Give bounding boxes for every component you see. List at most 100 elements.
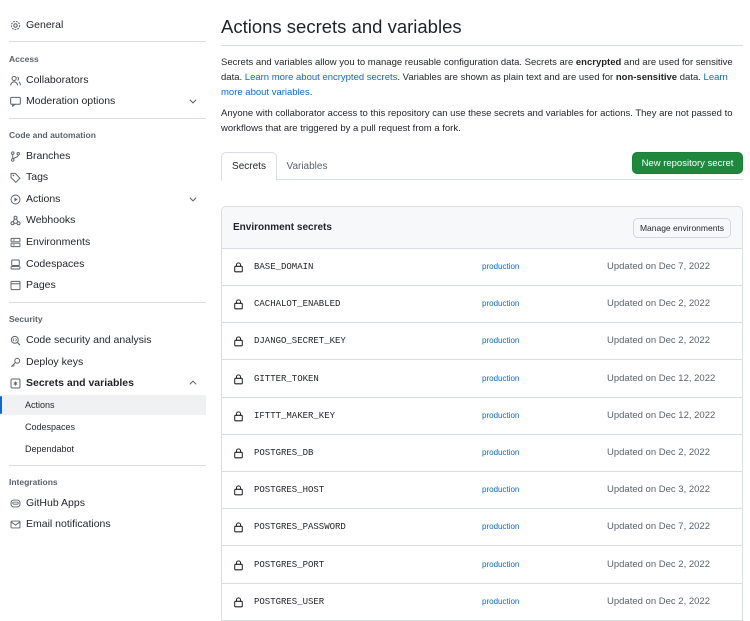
environment-link[interactable]: production	[482, 485, 519, 494]
environment-link[interactable]: production	[482, 560, 519, 569]
updated-date: Updated on Dec 12, 2022	[607, 372, 716, 384]
environment-link[interactable]: production	[482, 299, 519, 308]
secret-row: IFTTT_MAKER_KEY production Updated on Dec …	[222, 398, 742, 435]
sidebar-item-email-notifications[interactable]: Email notifications	[0, 514, 206, 534]
environment-secrets-box: Environment secrets Manage environments …	[221, 206, 743, 621]
webhook-icon	[9, 214, 21, 226]
environment-link[interactable]: production	[482, 522, 519, 531]
sidebar-divider	[9, 465, 206, 466]
sidebar-item-actions[interactable]: Actions	[0, 189, 206, 209]
chevron-down-icon[interactable]	[188, 194, 198, 204]
updated-date: Updated on Dec 2, 2022	[607, 298, 710, 310]
secret-name: DJANGO_SECRET_KEY	[254, 336, 346, 347]
environment-link[interactable]: production	[482, 448, 519, 457]
environment-link[interactable]: production	[482, 374, 519, 383]
sidebar-item-label: Actions	[26, 193, 61, 205]
secret-row: POSTGRES_USER production Updated on Dec 2,…	[222, 584, 742, 621]
desc-text: Secrets and variables allow you to manag…	[221, 57, 576, 68]
sidebar-subitem-codespaces[interactable]: Codespaces	[0, 417, 206, 437]
tab-secrets[interactable]: Secrets	[221, 152, 277, 181]
sidebar-subitem-dependabot[interactable]: Dependabot	[0, 439, 206, 459]
sidebar-divider	[9, 118, 206, 119]
gear-icon	[9, 19, 21, 31]
sidebar-subitem-label: Actions	[25, 400, 55, 410]
secret-row: POSTGRES_DB production Updated on Dec 2, 2…	[222, 435, 742, 472]
sidebar-divider	[9, 41, 206, 42]
sidebar-divider	[9, 302, 206, 303]
lock-icon	[233, 298, 244, 310]
desc-bold-encrypted: encrypted	[575, 57, 622, 68]
sidebar-item-label: GitHub Apps	[26, 497, 85, 509]
report-icon	[9, 95, 21, 107]
sidebar-item-branches[interactable]: Branches	[0, 146, 206, 166]
browser-icon	[9, 279, 21, 291]
sidebar-item-label: Deploy keys	[26, 356, 84, 368]
sidebar-item-secrets[interactable]: Secrets and variables	[0, 373, 206, 393]
desc-text: . Variables are shown as plain text and …	[397, 72, 616, 83]
tab-variables[interactable]: Variables	[281, 152, 333, 180]
lock-icon	[233, 261, 244, 273]
page-title: Actions secrets and variables	[221, 16, 462, 37]
secret-name: POSTGRES_PASSWORD	[254, 522, 346, 533]
environment-link[interactable]: production	[482, 336, 519, 345]
secret-row: POSTGRES_PASSWORD production Updated on De…	[222, 509, 742, 547]
desc-text: .	[309, 87, 313, 98]
codescan-icon	[9, 334, 21, 346]
lock-icon	[233, 521, 244, 533]
secret-name: IFTTT_MAKER_KEY	[254, 410, 336, 421]
description-access: Anyone with collaborator access to this …	[221, 108, 733, 134]
manage-environments-button[interactable]: Manage environments	[633, 218, 731, 238]
box-title: Environment secrets	[233, 222, 332, 233]
secret-row: DJANGO_SECRET_KEY production Updated on De…	[222, 323, 742, 361]
secret-name: BASE_DOMAIN	[254, 262, 314, 272]
sidebar-item-moderation[interactable]: Moderation options	[0, 91, 206, 111]
chevron-down-icon[interactable]	[188, 96, 198, 106]
new-repository-secret-button[interactable]: New repository secret	[632, 152, 743, 174]
mail-icon	[9, 518, 21, 530]
tag-icon	[9, 171, 21, 183]
updated-date: Updated on Dec 2, 2022	[607, 595, 710, 607]
sidebar-item-label: Branches	[26, 150, 71, 162]
sidebar-item-label: Email notifications	[26, 518, 111, 530]
git-branch-icon	[9, 150, 21, 162]
updated-date: Updated on Dec 12, 2022	[607, 409, 716, 421]
lock-icon	[233, 335, 244, 347]
sidebar-heading-integrations: Integrations	[9, 477, 58, 487]
sidebar-item-pages[interactable]: Pages	[0, 275, 206, 295]
sidebar-item-label: Tags	[26, 171, 49, 183]
sidebar-item-general[interactable]: General	[0, 15, 206, 35]
sidebar-item-github-apps[interactable]: GitHub Apps	[0, 493, 206, 513]
sidebar-heading-access: Access	[9, 54, 39, 64]
secret-name: CACHALOT_ENABLED	[254, 299, 341, 310]
sidebar-subitem-actions[interactable]: Actions	[0, 395, 206, 415]
secret-name: GITTER_TOKEN	[254, 373, 319, 384]
key-icon	[9, 356, 21, 368]
sidebar-subitem-label: Dependabot	[25, 444, 75, 454]
updated-date: Updated on Dec 2, 2022	[607, 558, 710, 570]
box-header: Environment secrets Manage environments	[222, 207, 742, 249]
play-icon	[9, 193, 21, 205]
description-secrets: Secrets and variables allow you to manag…	[221, 55, 743, 100]
chevron-up-icon[interactable]	[188, 378, 198, 388]
environment-link[interactable]: production	[482, 262, 519, 271]
sidebar-item-label: Environments	[26, 236, 91, 248]
sidebar-heading-security: Security	[9, 314, 43, 324]
sidebar-item-codespaces[interactable]: Codespaces	[0, 254, 206, 274]
lock-icon	[233, 410, 244, 422]
sidebar-item-collaborators[interactable]: Collaborators	[0, 70, 206, 90]
title-divider	[221, 45, 743, 46]
desc-text: data.	[677, 72, 704, 83]
sidebar-item-environments[interactable]: Environments	[0, 232, 206, 252]
updated-date: Updated on Dec 3, 2022	[607, 484, 710, 496]
sidebar-item-tags[interactable]: Tags	[0, 167, 206, 187]
learn-more-secrets-link[interactable]: Learn more about encrypted secrets	[245, 72, 398, 83]
environment-link[interactable]: production	[482, 411, 519, 420]
updated-date: Updated on Dec 2, 2022	[607, 447, 710, 458]
environment-link[interactable]: production	[482, 597, 519, 606]
sidebar-item-code-security[interactable]: Code security and analysis	[0, 330, 206, 350]
sidebar-item-deploy-keys[interactable]: Deploy keys	[0, 352, 206, 372]
sidebar-item-webhooks[interactable]: Webhooks	[0, 210, 206, 230]
sidebar-subitem-label: Codespaces	[25, 422, 76, 432]
updated-date: Updated on Dec 7, 2022	[607, 261, 710, 272]
sidebar-item-label: Codespaces	[26, 258, 85, 270]
